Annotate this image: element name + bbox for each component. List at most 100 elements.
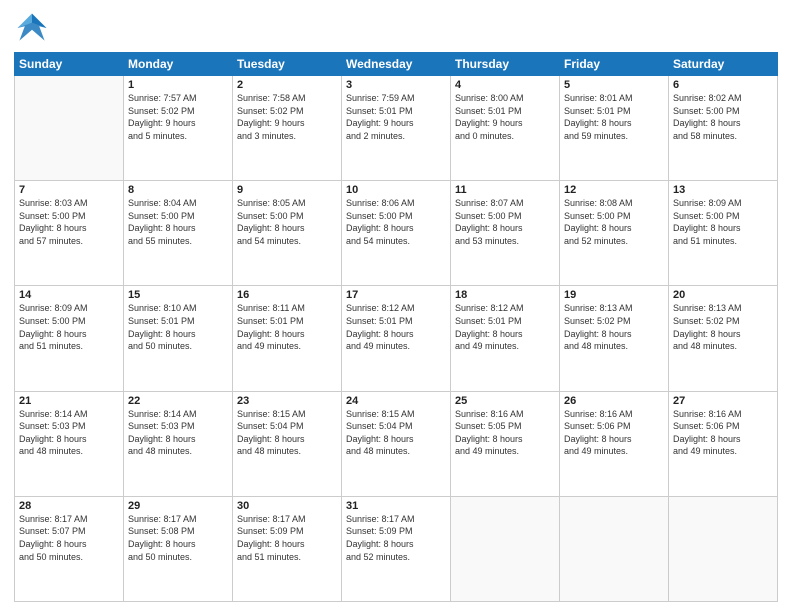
table-cell: 29Sunrise: 8:17 AM Sunset: 5:08 PM Dayli… — [124, 496, 233, 601]
table-cell: 22Sunrise: 8:14 AM Sunset: 5:03 PM Dayli… — [124, 391, 233, 496]
table-cell: 26Sunrise: 8:16 AM Sunset: 5:06 PM Dayli… — [560, 391, 669, 496]
table-cell: 6Sunrise: 8:02 AM Sunset: 5:00 PM Daylig… — [669, 76, 778, 181]
day-number: 10 — [346, 184, 446, 196]
day-info: Sunrise: 8:17 AM Sunset: 5:07 PM Dayligh… — [19, 513, 119, 563]
day-number: 9 — [237, 184, 337, 196]
col-monday: Monday — [124, 53, 233, 76]
col-wednesday: Wednesday — [342, 53, 451, 76]
calendar-table: Sunday Monday Tuesday Wednesday Thursday… — [14, 52, 778, 602]
table-cell: 31Sunrise: 8:17 AM Sunset: 5:09 PM Dayli… — [342, 496, 451, 601]
day-number: 31 — [346, 500, 446, 512]
day-number: 25 — [455, 395, 555, 407]
day-number: 4 — [455, 79, 555, 91]
day-info: Sunrise: 8:16 AM Sunset: 5:05 PM Dayligh… — [455, 408, 555, 458]
day-info: Sunrise: 8:07 AM Sunset: 5:00 PM Dayligh… — [455, 197, 555, 247]
day-info: Sunrise: 8:02 AM Sunset: 5:00 PM Dayligh… — [673, 92, 773, 142]
day-info: Sunrise: 8:05 AM Sunset: 5:00 PM Dayligh… — [237, 197, 337, 247]
col-thursday: Thursday — [451, 53, 560, 76]
logo — [14, 10, 52, 46]
day-info: Sunrise: 8:00 AM Sunset: 5:01 PM Dayligh… — [455, 92, 555, 142]
table-cell: 9Sunrise: 8:05 AM Sunset: 5:00 PM Daylig… — [233, 181, 342, 286]
day-number: 3 — [346, 79, 446, 91]
table-cell — [669, 496, 778, 601]
table-cell: 13Sunrise: 8:09 AM Sunset: 5:00 PM Dayli… — [669, 181, 778, 286]
day-info: Sunrise: 7:58 AM Sunset: 5:02 PM Dayligh… — [237, 92, 337, 142]
table-cell: 8Sunrise: 8:04 AM Sunset: 5:00 PM Daylig… — [124, 181, 233, 286]
calendar-week-row: 1Sunrise: 7:57 AM Sunset: 5:02 PM Daylig… — [15, 76, 778, 181]
col-friday: Friday — [560, 53, 669, 76]
day-info: Sunrise: 8:17 AM Sunset: 5:09 PM Dayligh… — [237, 513, 337, 563]
table-cell: 23Sunrise: 8:15 AM Sunset: 5:04 PM Dayli… — [233, 391, 342, 496]
day-number: 20 — [673, 289, 773, 301]
day-info: Sunrise: 8:09 AM Sunset: 5:00 PM Dayligh… — [19, 302, 119, 352]
col-saturday: Saturday — [669, 53, 778, 76]
day-number: 18 — [455, 289, 555, 301]
day-number: 17 — [346, 289, 446, 301]
day-info: Sunrise: 8:03 AM Sunset: 5:00 PM Dayligh… — [19, 197, 119, 247]
calendar-week-row: 28Sunrise: 8:17 AM Sunset: 5:07 PM Dayli… — [15, 496, 778, 601]
day-number: 16 — [237, 289, 337, 301]
day-number: 19 — [564, 289, 664, 301]
table-cell: 11Sunrise: 8:07 AM Sunset: 5:00 PM Dayli… — [451, 181, 560, 286]
day-info: Sunrise: 8:12 AM Sunset: 5:01 PM Dayligh… — [455, 302, 555, 352]
day-info: Sunrise: 8:17 AM Sunset: 5:09 PM Dayligh… — [346, 513, 446, 563]
table-cell: 30Sunrise: 8:17 AM Sunset: 5:09 PM Dayli… — [233, 496, 342, 601]
col-sunday: Sunday — [15, 53, 124, 76]
day-number: 30 — [237, 500, 337, 512]
day-number: 27 — [673, 395, 773, 407]
day-number: 21 — [19, 395, 119, 407]
day-number: 24 — [346, 395, 446, 407]
day-info: Sunrise: 8:12 AM Sunset: 5:01 PM Dayligh… — [346, 302, 446, 352]
day-info: Sunrise: 8:06 AM Sunset: 5:00 PM Dayligh… — [346, 197, 446, 247]
day-info: Sunrise: 8:15 AM Sunset: 5:04 PM Dayligh… — [346, 408, 446, 458]
table-cell: 18Sunrise: 8:12 AM Sunset: 5:01 PM Dayli… — [451, 286, 560, 391]
day-number: 26 — [564, 395, 664, 407]
table-cell: 14Sunrise: 8:09 AM Sunset: 5:00 PM Dayli… — [15, 286, 124, 391]
table-cell: 21Sunrise: 8:14 AM Sunset: 5:03 PM Dayli… — [15, 391, 124, 496]
table-cell: 12Sunrise: 8:08 AM Sunset: 5:00 PM Dayli… — [560, 181, 669, 286]
table-cell: 15Sunrise: 8:10 AM Sunset: 5:01 PM Dayli… — [124, 286, 233, 391]
day-number: 1 — [128, 79, 228, 91]
day-number: 13 — [673, 184, 773, 196]
day-info: Sunrise: 8:10 AM Sunset: 5:01 PM Dayligh… — [128, 302, 228, 352]
calendar-week-row: 7Sunrise: 8:03 AM Sunset: 5:00 PM Daylig… — [15, 181, 778, 286]
table-cell — [560, 496, 669, 601]
logo-icon — [14, 10, 50, 46]
day-info: Sunrise: 8:08 AM Sunset: 5:00 PM Dayligh… — [564, 197, 664, 247]
table-cell: 5Sunrise: 8:01 AM Sunset: 5:01 PM Daylig… — [560, 76, 669, 181]
table-cell: 27Sunrise: 8:16 AM Sunset: 5:06 PM Dayli… — [669, 391, 778, 496]
day-number: 12 — [564, 184, 664, 196]
table-cell: 4Sunrise: 8:00 AM Sunset: 5:01 PM Daylig… — [451, 76, 560, 181]
table-cell — [15, 76, 124, 181]
day-info: Sunrise: 8:17 AM Sunset: 5:08 PM Dayligh… — [128, 513, 228, 563]
table-cell: 24Sunrise: 8:15 AM Sunset: 5:04 PM Dayli… — [342, 391, 451, 496]
day-number: 29 — [128, 500, 228, 512]
day-number: 14 — [19, 289, 119, 301]
day-info: Sunrise: 8:16 AM Sunset: 5:06 PM Dayligh… — [673, 408, 773, 458]
day-info: Sunrise: 7:59 AM Sunset: 5:01 PM Dayligh… — [346, 92, 446, 142]
day-number: 6 — [673, 79, 773, 91]
day-number: 15 — [128, 289, 228, 301]
table-cell: 16Sunrise: 8:11 AM Sunset: 5:01 PM Dayli… — [233, 286, 342, 391]
day-info: Sunrise: 8:01 AM Sunset: 5:01 PM Dayligh… — [564, 92, 664, 142]
table-cell: 10Sunrise: 8:06 AM Sunset: 5:00 PM Dayli… — [342, 181, 451, 286]
col-tuesday: Tuesday — [233, 53, 342, 76]
day-info: Sunrise: 8:04 AM Sunset: 5:00 PM Dayligh… — [128, 197, 228, 247]
table-cell: 20Sunrise: 8:13 AM Sunset: 5:02 PM Dayli… — [669, 286, 778, 391]
day-number: 8 — [128, 184, 228, 196]
day-info: Sunrise: 8:11 AM Sunset: 5:01 PM Dayligh… — [237, 302, 337, 352]
main-container: Sunday Monday Tuesday Wednesday Thursday… — [0, 0, 792, 612]
table-cell: 19Sunrise: 8:13 AM Sunset: 5:02 PM Dayli… — [560, 286, 669, 391]
day-info: Sunrise: 8:14 AM Sunset: 5:03 PM Dayligh… — [128, 408, 228, 458]
day-info: Sunrise: 8:13 AM Sunset: 5:02 PM Dayligh… — [673, 302, 773, 352]
day-info: Sunrise: 8:13 AM Sunset: 5:02 PM Dayligh… — [564, 302, 664, 352]
table-cell: 1Sunrise: 7:57 AM Sunset: 5:02 PM Daylig… — [124, 76, 233, 181]
table-cell — [451, 496, 560, 601]
table-cell: 28Sunrise: 8:17 AM Sunset: 5:07 PM Dayli… — [15, 496, 124, 601]
day-info: Sunrise: 8:14 AM Sunset: 5:03 PM Dayligh… — [19, 408, 119, 458]
day-number: 7 — [19, 184, 119, 196]
calendar-header-row: Sunday Monday Tuesday Wednesday Thursday… — [15, 53, 778, 76]
day-info: Sunrise: 8:15 AM Sunset: 5:04 PM Dayligh… — [237, 408, 337, 458]
calendar-week-row: 21Sunrise: 8:14 AM Sunset: 5:03 PM Dayli… — [15, 391, 778, 496]
header — [14, 10, 778, 46]
